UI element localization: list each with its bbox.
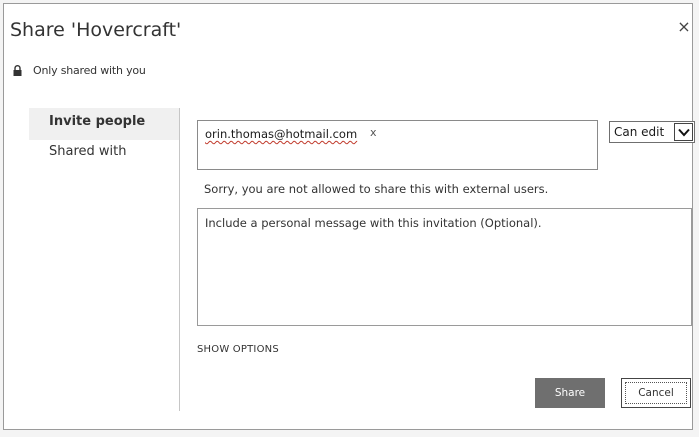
- nav-item-invite-people[interactable]: Invite people: [49, 114, 145, 129]
- personal-message-placeholder: Include a personal message with this inv…: [205, 216, 542, 230]
- permission-selected-value: Can edit: [614, 125, 665, 139]
- chevron-down-icon[interactable]: [674, 123, 693, 141]
- nav-divider: [179, 108, 180, 411]
- recipients-field[interactable]: orin.thomas@hotmail.com x: [197, 120, 598, 170]
- lock-icon: [13, 61, 22, 80]
- recipient-email: orin.thomas@hotmail.com: [205, 127, 358, 141]
- remove-recipient-button[interactable]: x: [370, 126, 377, 139]
- close-icon[interactable]: ×: [675, 18, 693, 36]
- sharing-status: Only shared with you: [13, 63, 146, 77]
- share-dialog: Share 'Hovercraft' × Only shared with yo…: [3, 3, 695, 430]
- personal-message-field[interactable]: Include a personal message with this inv…: [197, 208, 692, 326]
- cancel-button-label: Cancel: [625, 382, 687, 404]
- share-button[interactable]: Share: [535, 378, 605, 408]
- cancel-button[interactable]: Cancel: [621, 378, 691, 408]
- sharing-status-text: Only shared with you: [33, 63, 146, 77]
- nav-item-shared-with[interactable]: Shared with: [49, 144, 126, 159]
- show-options-link[interactable]: SHOW OPTIONS: [197, 344, 279, 355]
- external-share-error: Sorry, you are not allowed to share this…: [204, 182, 549, 196]
- permission-select[interactable]: Can edit: [609, 121, 695, 143]
- dialog-title: Share 'Hovercraft': [10, 19, 182, 41]
